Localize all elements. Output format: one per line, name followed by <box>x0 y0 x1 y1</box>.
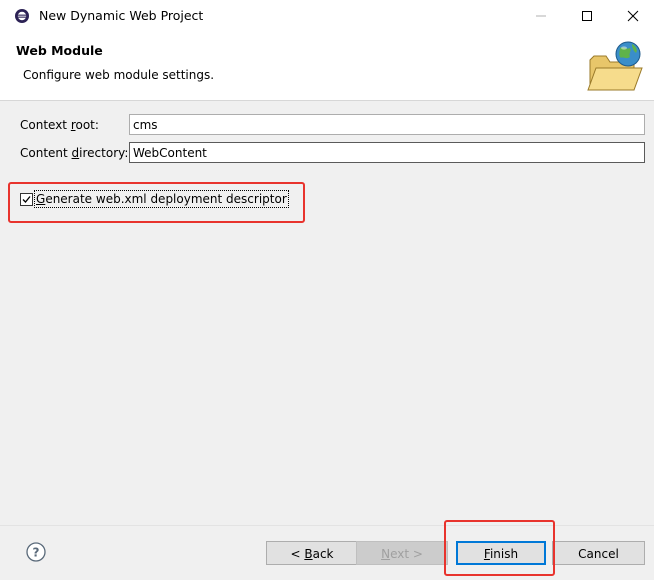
back-button-label: ack <box>312 547 334 561</box>
generate-web-xml-label[interactable]: Generate web.xml deployment descriptor <box>34 190 289 208</box>
title-bar[interactable]: New Dynamic Web Project <box>0 0 654 32</box>
svg-text:?: ? <box>33 546 40 560</box>
next-button-label: ext > <box>390 547 423 561</box>
context-root-input[interactable] <box>129 114 645 135</box>
page-title: Web Module <box>16 43 103 58</box>
checkmark-icon <box>22 196 31 203</box>
back-button-mnemonic: B <box>304 547 313 561</box>
content-directory-input[interactable] <box>129 142 645 163</box>
finish-button-label: inish <box>489 547 519 561</box>
next-button-mnemonic: N <box>381 547 391 561</box>
cancel-button[interactable]: Cancel <box>552 541 645 565</box>
generate-web-xml-mnemonic: G <box>36 192 46 206</box>
back-button-prefix: < <box>290 547 305 561</box>
page-description: Configure web module settings. <box>23 68 215 82</box>
maximize-button[interactable] <box>564 0 610 32</box>
minimize-button[interactable] <box>518 0 564 32</box>
content-directory-label-text-end: irectory: <box>79 146 129 160</box>
context-root-label-text: Context <box>20 118 71 132</box>
checkbox-box[interactable] <box>20 193 33 206</box>
content-directory-label: Content directory: <box>20 146 128 160</box>
back-button[interactable]: < Back <box>266 541 358 565</box>
minimize-icon <box>536 15 546 17</box>
close-icon <box>627 10 639 22</box>
help-icon[interactable]: ? <box>26 542 46 562</box>
content-directory-label-text: Content <box>20 146 72 160</box>
context-root-label-text-end: oot: <box>75 118 99 132</box>
close-button[interactable] <box>610 0 654 32</box>
generate-web-xml-label-text: enerate web.xml deployment descriptor <box>45 192 287 206</box>
button-bar-divider <box>0 525 654 526</box>
window-title: New Dynamic Web Project <box>39 8 204 23</box>
finish-button[interactable]: Finish <box>456 541 546 565</box>
wizard-banner: Web Module Configure web module settings… <box>0 32 654 101</box>
maximize-icon <box>582 11 592 21</box>
context-root-label: Context root: <box>20 118 99 132</box>
eclipse-app-icon <box>15 9 29 23</box>
next-button[interactable]: Next > <box>356 541 448 565</box>
new-dynamic-web-project-dialog: New Dynamic Web Project Web Module Confi… <box>0 0 654 580</box>
folder-globe-icon <box>587 41 643 91</box>
